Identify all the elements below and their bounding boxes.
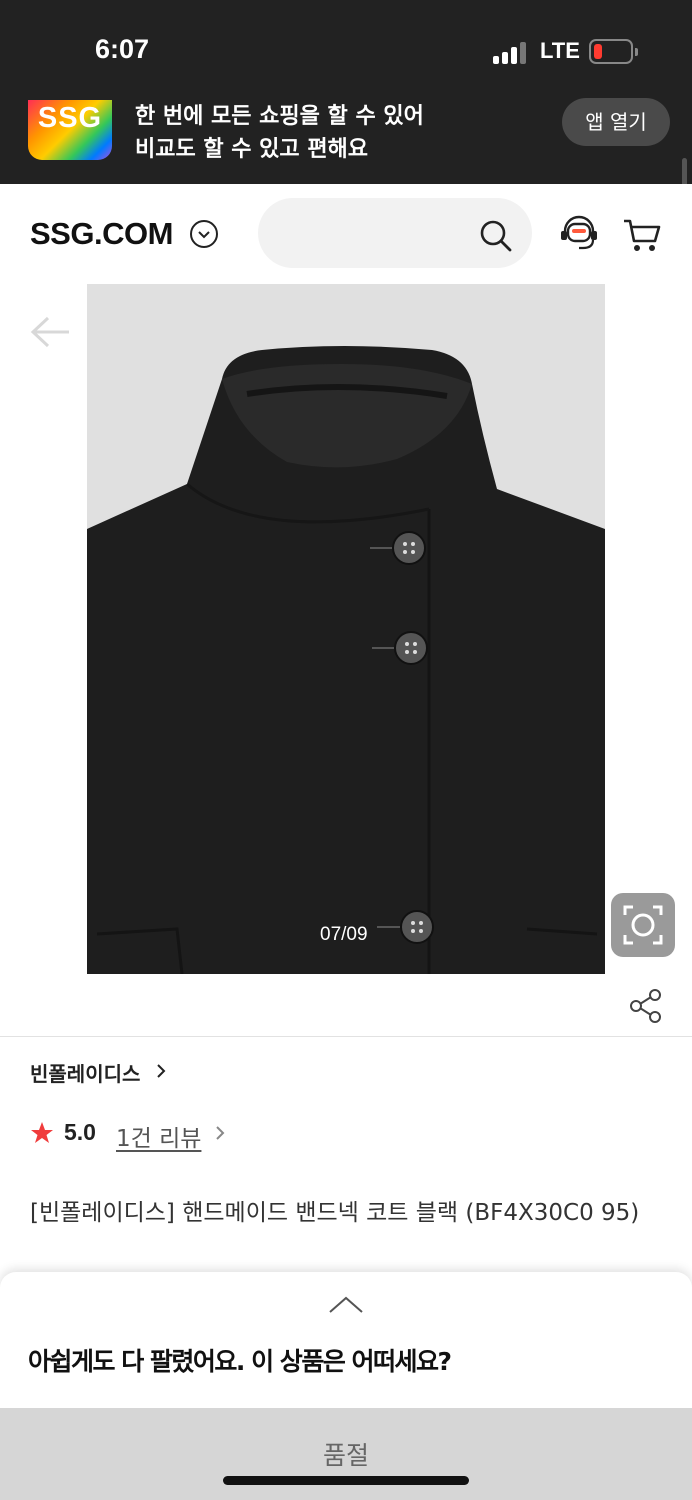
review-link[interactable]: 1건 리뷰 [116, 1119, 201, 1153]
soldout-label: 품절 [322, 1441, 369, 1470]
signal-icon [493, 40, 529, 64]
chevron-up-icon[interactable] [326, 1292, 366, 1316]
chevron-right-icon[interactable] [210, 1122, 230, 1144]
customer-service-icon[interactable] [558, 214, 600, 254]
sheet-title: 아쉽게도 다 팔렸어요. 이 상품은 어떠세요? [28, 1347, 452, 1376]
product-gallery: 07/09 [0, 284, 692, 1036]
status-bar: 6:07 LTE [0, 0, 692, 104]
status-time: 6:07 [95, 34, 150, 64]
ssg-app-logo: SSG [28, 100, 112, 160]
share-icon[interactable] [629, 988, 663, 1024]
divider [0, 1036, 692, 1037]
banner-message: 한 번에 모든 쇼핑을 할 수 있어 비교도 할 수 있고 편해요 [135, 100, 424, 166]
star-icon [31, 1122, 53, 1143]
image-search-icon [623, 905, 663, 945]
recommendation-sheet: 아쉽게도 다 팔렸어요. 이 상품은 어떠세요? 품절 [0, 1272, 692, 1500]
arrow-left-icon[interactable] [28, 314, 72, 350]
site-header: SSG.COM [0, 184, 692, 284]
open-app-button[interactable]: 앱 열기 [562, 98, 670, 146]
network-type: LTE [540, 38, 580, 63]
brand-link[interactable]: 빈폴레이디스 [30, 1058, 140, 1087]
banner-line-2: 비교도 할 수 있고 편해요 [135, 137, 369, 162]
app-install-banner: SSG 한 번에 모든 쇼핑을 할 수 있어 비교도 할 수 있고 편해요 앱 … [0, 98, 692, 184]
product-image[interactable]: 07/09 [87, 284, 605, 974]
image-counter: 07/09 [320, 924, 368, 945]
chevron-circle-down-icon[interactable] [190, 220, 218, 248]
cart-icon[interactable] [622, 216, 662, 254]
product-title: [빈폴레이디스] 핸드메이드 밴드넥 코트 블랙 (BF4X30C0 95) [30, 1200, 640, 1226]
banner-line-1: 한 번에 모든 쇼핑을 할 수 있어 [135, 104, 424, 129]
soldout-button[interactable]: 품절 [0, 1408, 692, 1500]
battery-icon [589, 39, 638, 64]
home-indicator[interactable] [223, 1476, 469, 1485]
image-search-button[interactable] [611, 893, 675, 957]
site-logo[interactable]: SSG.COM [30, 216, 173, 252]
chevron-right-icon[interactable] [150, 1060, 172, 1082]
search-icon[interactable] [478, 218, 514, 254]
rating-value: 5.0 [64, 1119, 96, 1145]
